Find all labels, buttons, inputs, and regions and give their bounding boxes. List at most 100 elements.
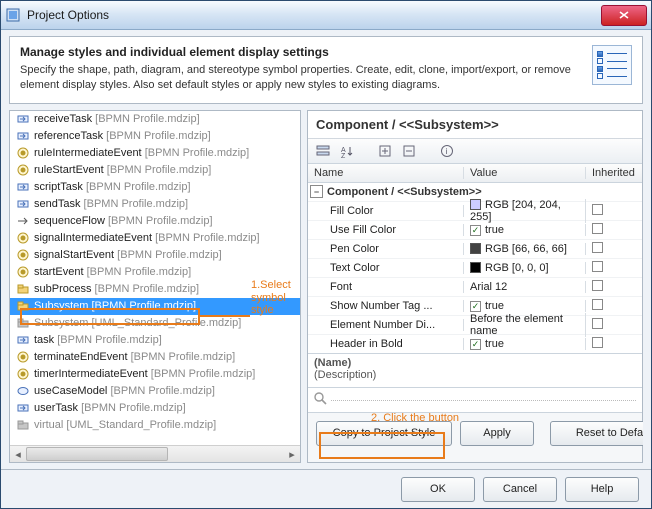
scroll-left-icon[interactable]: ◂: [10, 447, 26, 461]
tree-item[interactable]: Subsystem [BPMN Profile.mdzip]: [10, 298, 300, 315]
tree-item[interactable]: virtual [UML_Standard_Profile.mdzip]: [10, 417, 300, 434]
checkbox-icon[interactable]: ✓: [470, 301, 481, 312]
ok-button[interactable]: OK: [401, 477, 475, 502]
apply-button[interactable]: Apply: [460, 421, 534, 446]
property-inherited[interactable]: [586, 337, 642, 351]
property-inherited[interactable]: [586, 204, 642, 218]
tree-item-label: userTask [BPMN Profile.mdzip]: [34, 402, 186, 414]
property-row[interactable]: Element Number Di...Before the element n…: [308, 315, 642, 334]
property-inherited[interactable]: [586, 242, 642, 256]
header-panel: Manage styles and individual element dis…: [9, 36, 643, 104]
symbol-tree[interactable]: receiveTask [BPMN Profile.mdzip] referenc…: [9, 110, 301, 463]
tree-item-label: subProcess [BPMN Profile.mdzip]: [34, 283, 199, 295]
property-value[interactable]: ✓true: [464, 300, 586, 312]
property-inherited[interactable]: [586, 261, 642, 275]
search-row[interactable]: [308, 388, 642, 413]
col-value[interactable]: Value: [464, 167, 586, 179]
info-icon[interactable]: i: [436, 141, 458, 161]
folder-gray-icon: [16, 418, 30, 432]
tree-scrollbar[interactable]: ◂ ▸: [10, 445, 300, 462]
tree-item[interactable]: terminateEndEvent [BPMN Profile.mdzip]: [10, 349, 300, 366]
tree-item[interactable]: useCaseModel [BPMN Profile.mdzip]: [10, 383, 300, 400]
checkbox-icon[interactable]: [592, 223, 603, 234]
scroll-thumb[interactable]: [26, 447, 168, 461]
property-value[interactable]: Before the element name: [464, 313, 586, 337]
property-value[interactable]: RGB [0, 0, 0]: [464, 262, 586, 274]
property-value[interactable]: RGB [66, 66, 66]: [464, 243, 586, 255]
checkbox-icon[interactable]: [592, 280, 603, 291]
cancel-button[interactable]: Cancel: [483, 477, 557, 502]
checkbox-icon[interactable]: [592, 299, 603, 310]
reset-to-defaults-button[interactable]: Reset to Defaults: [550, 421, 643, 446]
tree-item[interactable]: task [BPMN Profile.mdzip]: [10, 332, 300, 349]
color-swatch: [470, 262, 481, 273]
checkbox-icon[interactable]: [592, 337, 603, 348]
tree-item[interactable]: scriptTask [BPMN Profile.mdzip]: [10, 179, 300, 196]
tree-item[interactable]: receiveTask [BPMN Profile.mdzip]: [10, 111, 300, 128]
copy-to-project-style-button[interactable]: Copy to Project Style: [316, 421, 452, 446]
tree-item[interactable]: ruleStartEvent [BPMN Profile.mdzip]: [10, 162, 300, 179]
tree-item-label: sendTask [BPMN Profile.mdzip]: [34, 198, 188, 210]
arrow-icon: [16, 197, 30, 211]
property-value[interactable]: ✓true: [464, 224, 586, 236]
tree-item[interactable]: sequenceFlow [BPMN Profile.mdzip]: [10, 213, 300, 230]
tree-item[interactable]: timerIntermediateEvent [BPMN Profile.mdz…: [10, 366, 300, 383]
event-icon: [16, 265, 30, 279]
categorize-icon[interactable]: [312, 141, 334, 161]
tree-item-label: receiveTask [BPMN Profile.mdzip]: [34, 113, 200, 125]
tree-item[interactable]: subProcess [BPMN Profile.mdzip]: [10, 281, 300, 298]
checkbox-icon[interactable]: [592, 261, 603, 272]
tree-item[interactable]: Subsystem [UML_Standard_Profile.mdzip]: [10, 315, 300, 332]
tree-item[interactable]: userTask [BPMN Profile.mdzip]: [10, 400, 300, 417]
tree-item[interactable]: startEvent [BPMN Profile.mdzip]: [10, 264, 300, 281]
svg-text:Z: Z: [341, 153, 346, 158]
event-icon: [16, 367, 30, 381]
tree-item[interactable]: sendTask [BPMN Profile.mdzip]: [10, 196, 300, 213]
tree-item[interactable]: signalStartEvent [BPMN Profile.mdzip]: [10, 247, 300, 264]
properties-grid[interactable]: Name Value Inherited − Component / <<Sub…: [308, 164, 642, 354]
case-icon: [16, 384, 30, 398]
grid-group-label: Component / <<Subsystem>>: [327, 186, 482, 198]
close-button[interactable]: [601, 5, 647, 26]
collapse-group-icon[interactable]: −: [310, 185, 323, 198]
properties-panel: Component / <<Subsystem>> AZ i Name Valu…: [307, 110, 643, 463]
tree-item-label: scriptTask [BPMN Profile.mdzip]: [34, 181, 191, 193]
property-name: Font: [308, 281, 464, 293]
property-row[interactable]: FontArial 12: [308, 277, 642, 296]
property-row[interactable]: Text ColorRGB [0, 0, 0]: [308, 258, 642, 277]
property-inherited[interactable]: [586, 280, 642, 294]
folder-icon: [16, 299, 30, 313]
property-value[interactable]: ✓true: [464, 338, 586, 350]
scroll-right-icon[interactable]: ▸: [284, 447, 300, 461]
checkbox-icon[interactable]: ✓: [470, 339, 481, 350]
col-name[interactable]: Name: [308, 167, 464, 179]
property-name: Text Color: [308, 262, 464, 274]
checkbox-icon[interactable]: [592, 204, 603, 215]
property-inherited[interactable]: [586, 223, 642, 237]
tree-item[interactable]: ruleIntermediateEvent [BPMN Profile.mdzi…: [10, 145, 300, 162]
tree-item[interactable]: signalIntermediateEvent [BPMN Profile.md…: [10, 230, 300, 247]
checkbox-icon[interactable]: ✓: [470, 225, 481, 236]
search-icon[interactable]: [314, 392, 327, 408]
checkbox-icon[interactable]: [592, 318, 603, 329]
checkbox-icon[interactable]: [592, 242, 603, 253]
panel-title: Component / <<Subsystem>>: [308, 111, 642, 139]
event-icon: [16, 350, 30, 364]
property-name: Use Fill Color: [308, 224, 464, 236]
property-value[interactable]: RGB [204, 204, 255]: [464, 199, 586, 223]
property-inherited[interactable]: [586, 299, 642, 313]
tree-item-label: task [BPMN Profile.mdzip]: [34, 334, 162, 346]
tree-item[interactable]: referenceTask [BPMN Profile.mdzip]: [10, 128, 300, 145]
header-icon: [592, 45, 632, 85]
tree-item-label: terminateEndEvent [BPMN Profile.mdzip]: [34, 351, 235, 363]
sort-icon[interactable]: AZ: [336, 141, 358, 161]
search-input[interactable]: [331, 399, 636, 401]
help-button[interactable]: Help: [565, 477, 639, 502]
property-row[interactable]: Pen ColorRGB [66, 66, 66]: [308, 239, 642, 258]
property-inherited[interactable]: [586, 318, 642, 332]
col-inherited[interactable]: Inherited: [586, 167, 642, 179]
collapse-icon[interactable]: [398, 141, 420, 161]
expand-icon[interactable]: [374, 141, 396, 161]
property-row[interactable]: Fill ColorRGB [204, 204, 255]: [308, 201, 642, 220]
property-value[interactable]: Arial 12: [464, 281, 586, 293]
